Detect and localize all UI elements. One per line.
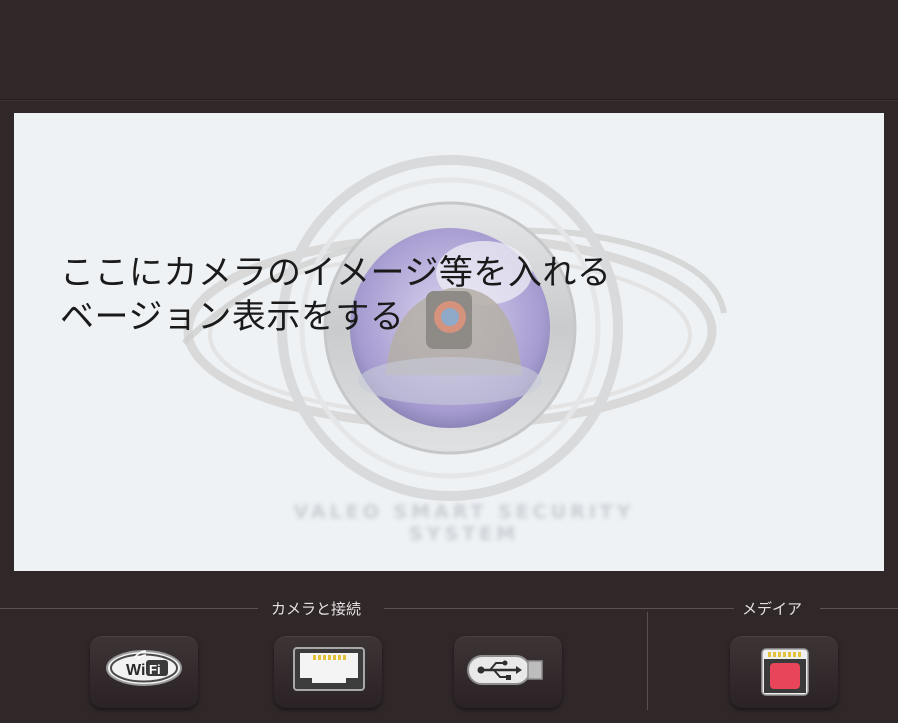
usb-button[interactable]: [454, 636, 562, 708]
top-bar: [0, 0, 898, 100]
media-section-line-right: [820, 608, 898, 609]
splash-image: ここにカメラのイメージ等を入れる ベージョン表示をする VALEO SMART …: [14, 113, 884, 571]
media-label: メデイア: [742, 600, 803, 618]
camera-section-line-right: [384, 608, 648, 609]
ethernet-button[interactable]: [274, 636, 382, 708]
placeholder-text: ここにカメラのイメージ等を入れる ベージョン表示をする: [60, 251, 611, 339]
section-divider: [647, 612, 648, 710]
sd-card-button[interactable]: [730, 636, 838, 708]
placeholder-line-1: ここにカメラのイメージ等を入れる: [60, 253, 612, 293]
wifi-icon: Wi Fi: [106, 650, 182, 686]
wifi-button[interactable]: Wi Fi: [90, 636, 198, 708]
media-section-line-left: [648, 608, 734, 609]
sd-card-icon: [761, 648, 809, 696]
camera-connection-label: カメラと接続: [271, 600, 362, 618]
usb-icon: [467, 655, 543, 685]
camera-section-line-left: [0, 608, 258, 609]
wifi-text-fi: Fi: [149, 662, 161, 677]
ethernet-port-icon: [293, 647, 365, 691]
wifi-text-wi: Wi: [126, 662, 145, 679]
placeholder-line-2: ベージョン表示をする: [60, 297, 405, 337]
logo-tagline: VALEO SMART SECURITY SYSTEM: [293, 501, 635, 545]
